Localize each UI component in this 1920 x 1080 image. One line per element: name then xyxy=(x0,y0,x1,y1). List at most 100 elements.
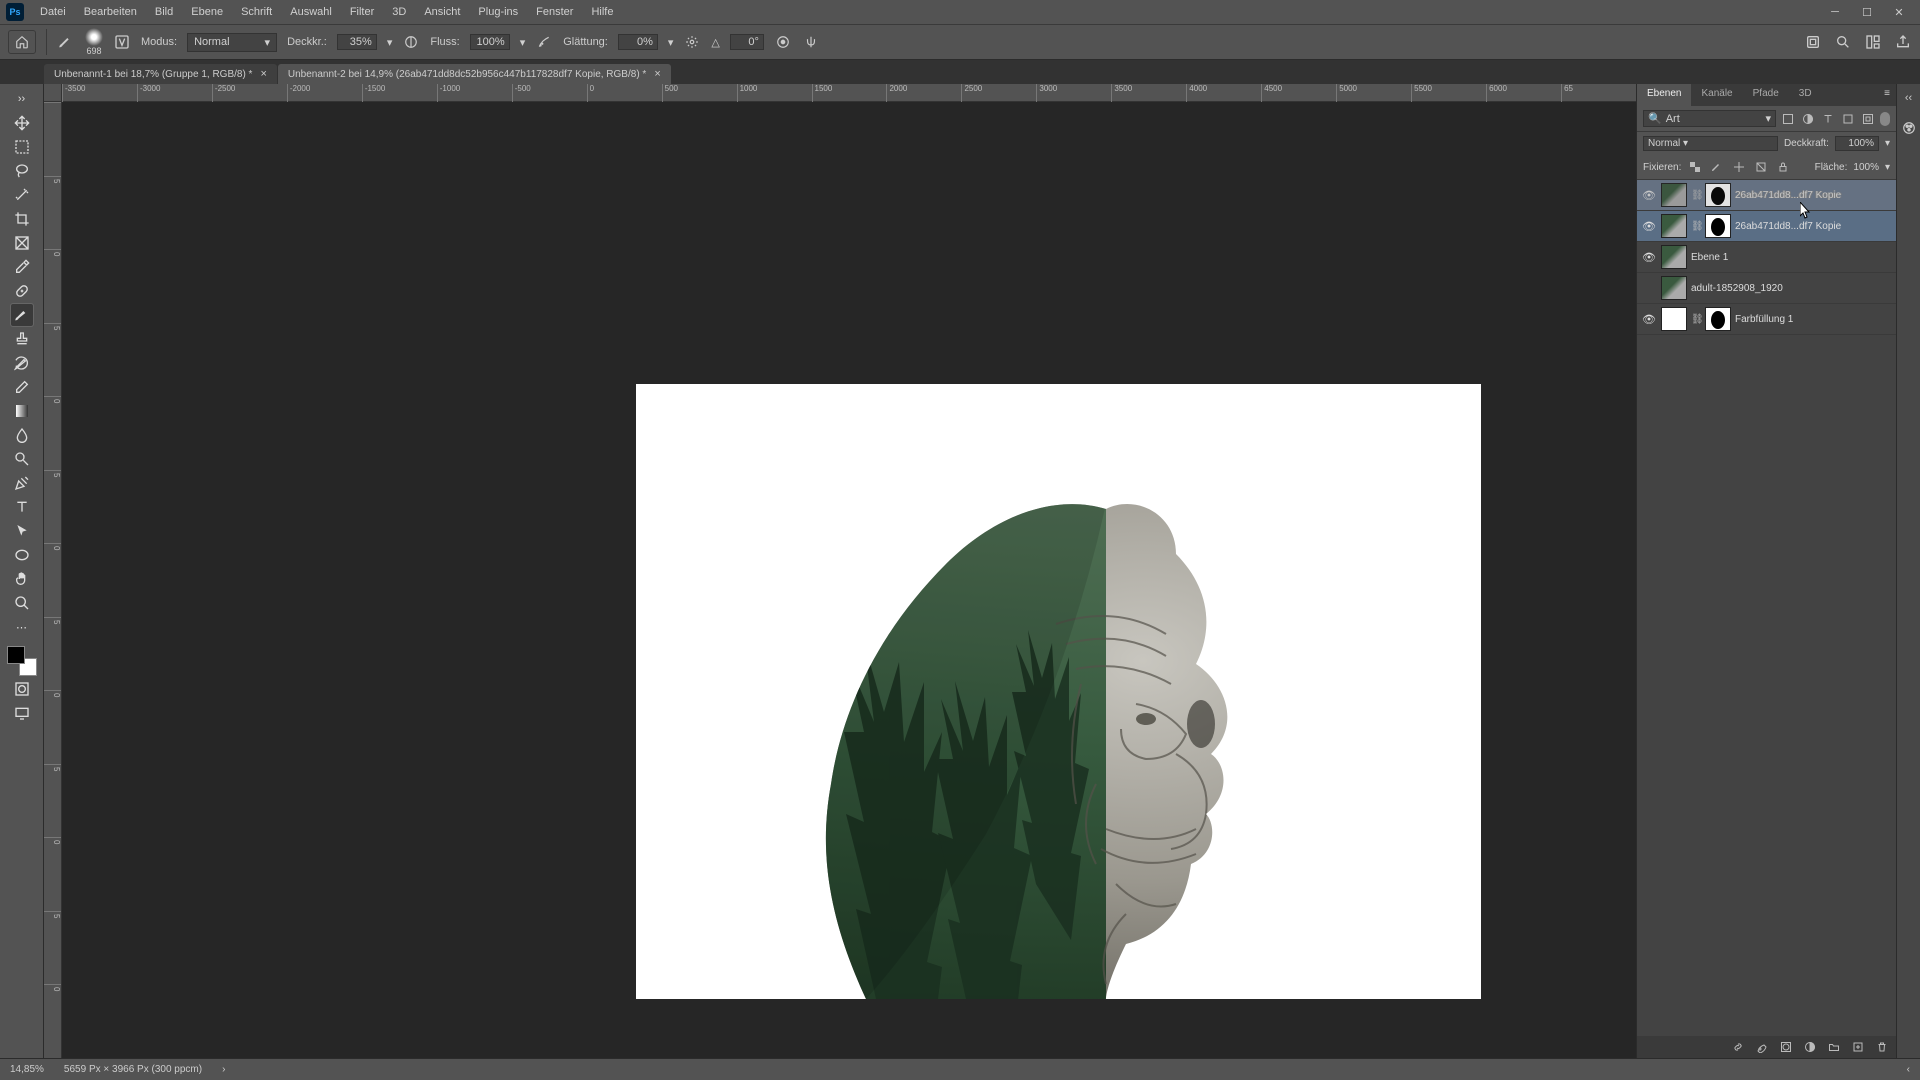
menu-item[interactable]: Bearbeiten xyxy=(76,3,145,21)
layer-thumb[interactable] xyxy=(1661,214,1687,238)
history-brush-tool[interactable] xyxy=(11,352,33,374)
crop-tool[interactable] xyxy=(11,208,33,230)
screenmode-toggle[interactable] xyxy=(11,702,33,724)
home-button[interactable] xyxy=(8,30,36,54)
eraser-tool[interactable] xyxy=(11,376,33,398)
layer-name[interactable]: 26ab471dd8...df7 Kopie xyxy=(1735,221,1892,232)
filter-pixel-icon[interactable] xyxy=(1780,111,1796,127)
statusbar-chevron[interactable]: › xyxy=(222,1064,225,1075)
color-swatches[interactable] xyxy=(7,646,37,676)
search-icon[interactable] xyxy=(1834,33,1852,51)
lock-artboard-icon[interactable] xyxy=(1753,159,1769,175)
zoom-level[interactable]: 14,85% xyxy=(10,1064,44,1075)
smoothing-options-icon[interactable] xyxy=(683,33,701,51)
opacity-chevron[interactable]: ▾ xyxy=(387,36,393,49)
document-tab[interactable]: Unbenannt-1 bei 18,7% (Gruppe 1, RGB/8) … xyxy=(44,64,277,84)
color-panel-icon[interactable] xyxy=(1901,120,1917,136)
layer-style-icon[interactable] xyxy=(1754,1039,1770,1055)
tab-close-icon[interactable]: × xyxy=(260,68,266,80)
tab-close-icon[interactable]: × xyxy=(654,68,660,80)
gradient-tool[interactable] xyxy=(11,400,33,422)
pen-tool[interactable] xyxy=(11,472,33,494)
visibility-toggle[interactable]: 👁 xyxy=(1641,189,1657,202)
mask-link-icon[interactable]: ⛓ xyxy=(1691,221,1701,232)
layer-opacity-field[interactable]: 100% xyxy=(1835,136,1879,151)
layer-fill-field[interactable]: 100% xyxy=(1853,162,1879,173)
menu-item[interactable]: Schrift xyxy=(233,3,280,21)
artboard[interactable] xyxy=(636,384,1481,999)
menu-item[interactable]: Auswahl xyxy=(282,3,340,21)
menu-item[interactable]: Datei xyxy=(32,3,74,21)
menu-item[interactable]: Bild xyxy=(147,3,181,21)
brush-tool[interactable] xyxy=(11,304,33,326)
layer-row[interactable]: 👁 Ebene 1 xyxy=(1637,242,1896,273)
lock-transparency-icon[interactable] xyxy=(1687,159,1703,175)
new-layer-icon[interactable] xyxy=(1850,1039,1866,1055)
filter-smart-icon[interactable] xyxy=(1860,111,1876,127)
maximize-button[interactable]: ☐ xyxy=(1852,3,1882,21)
layer-name[interactable]: Farbfüllung 1 xyxy=(1735,314,1892,325)
frame-tool[interactable] xyxy=(11,232,33,254)
layer-row[interactable]: 👁⛓26ab471dd8...df7 Kopie xyxy=(1637,211,1896,242)
share-icon[interactable] xyxy=(1894,33,1912,51)
opacity-field[interactable]: 35% xyxy=(337,34,377,50)
layer-thumb[interactable] xyxy=(1661,307,1687,331)
menu-item[interactable]: Hilfe xyxy=(583,3,621,21)
brush-preset-picker[interactable]: 698 xyxy=(85,28,103,56)
menu-item[interactable]: 3D xyxy=(384,3,414,21)
menu-item[interactable]: Plug-ins xyxy=(470,3,526,21)
layer-mask-icon[interactable] xyxy=(1778,1039,1794,1055)
eyedropper-tool[interactable] xyxy=(11,256,33,278)
delete-layer-icon[interactable] xyxy=(1874,1039,1890,1055)
panel-menu-icon[interactable]: ≡ xyxy=(1878,84,1896,106)
menu-item[interactable]: Filter xyxy=(342,3,382,21)
zoom-tool[interactable] xyxy=(11,592,33,614)
layer-name[interactable]: adult-1852908_1920 xyxy=(1691,283,1892,294)
layer-filter-dropdown[interactable]: 🔍 Art ▾ xyxy=(1643,110,1776,127)
layer-mask-thumb[interactable] xyxy=(1705,214,1731,238)
flow-field[interactable]: 100% xyxy=(470,34,510,50)
mask-link-icon[interactable]: ⛓ xyxy=(1691,190,1701,201)
layer-name[interactable]: Ebene 1 xyxy=(1691,252,1892,263)
link-layers-icon[interactable] xyxy=(1730,1039,1746,1055)
fill-chevron[interactable]: ▾ xyxy=(1885,162,1890,173)
layer-name[interactable]: 26ab471dd8...df7 Kopie xyxy=(1735,190,1892,201)
panel-tab-3d[interactable]: 3D xyxy=(1789,84,1822,106)
layer-row[interactable]: 👁 ⛓ 26ab471dd8...df7 Kopie xyxy=(1637,180,1896,211)
path-select-tool[interactable] xyxy=(11,520,33,542)
pressure-size-icon[interactable] xyxy=(774,33,792,51)
layer-thumb[interactable] xyxy=(1661,245,1687,269)
horizontal-ruler[interactable]: -3500-3000-2500-2000-1500-1000-500050010… xyxy=(62,84,1636,102)
mask-link-icon[interactable]: ⛓ xyxy=(1691,314,1701,325)
layer-blendmode-dropdown[interactable]: Normal ▾ xyxy=(1643,136,1778,151)
canvas-area[interactable]: -3500-3000-2500-2000-1500-1000-500050010… xyxy=(44,84,1636,1058)
panel-tab-paths[interactable]: Pfade xyxy=(1743,84,1789,106)
dodge-tool[interactable] xyxy=(11,448,33,470)
brush-panel-toggle[interactable] xyxy=(113,33,131,51)
layer-row[interactable]: adult-1852908_1920 xyxy=(1637,273,1896,304)
quickmask-toggle[interactable] xyxy=(11,678,33,700)
wand-tool[interactable] xyxy=(11,184,33,206)
edit-toolbar-icon[interactable]: ⋯ xyxy=(11,616,33,638)
cloud-docs-icon[interactable] xyxy=(1804,33,1822,51)
layer-row[interactable]: 👁 ⛓ Farbfüllung 1 xyxy=(1637,304,1896,335)
lasso-tool[interactable] xyxy=(11,160,33,182)
statusbar-chevron-left[interactable]: ‹ xyxy=(1907,1064,1910,1075)
filter-adjust-icon[interactable] xyxy=(1800,111,1816,127)
workspace-icon[interactable] xyxy=(1864,33,1882,51)
pressure-opacity-icon[interactable] xyxy=(402,33,420,51)
adjustment-layer-icon[interactable] xyxy=(1802,1039,1818,1055)
document-tab[interactable]: Unbenannt-2 bei 14,9% (26ab471dd8dc52b95… xyxy=(278,64,671,84)
smoothing-chevron[interactable]: ▾ xyxy=(668,36,674,49)
layer-mask-thumb[interactable] xyxy=(1705,307,1731,331)
visibility-toggle[interactable]: 👁 xyxy=(1641,251,1657,264)
visibility-toggle[interactable]: 👁 xyxy=(1641,313,1657,326)
blend-mode-dropdown[interactable]: Normal▾ xyxy=(187,33,277,52)
close-button[interactable]: ✕ xyxy=(1884,3,1914,21)
lock-position-icon[interactable] xyxy=(1731,159,1747,175)
vertical-ruler[interactable]: 505050505050 xyxy=(44,102,62,1058)
angle-field[interactable]: 0° xyxy=(730,34,764,50)
filter-shape-icon[interactable] xyxy=(1840,111,1856,127)
airbrush-icon[interactable] xyxy=(535,33,553,51)
menu-item[interactable]: Fenster xyxy=(528,3,581,21)
